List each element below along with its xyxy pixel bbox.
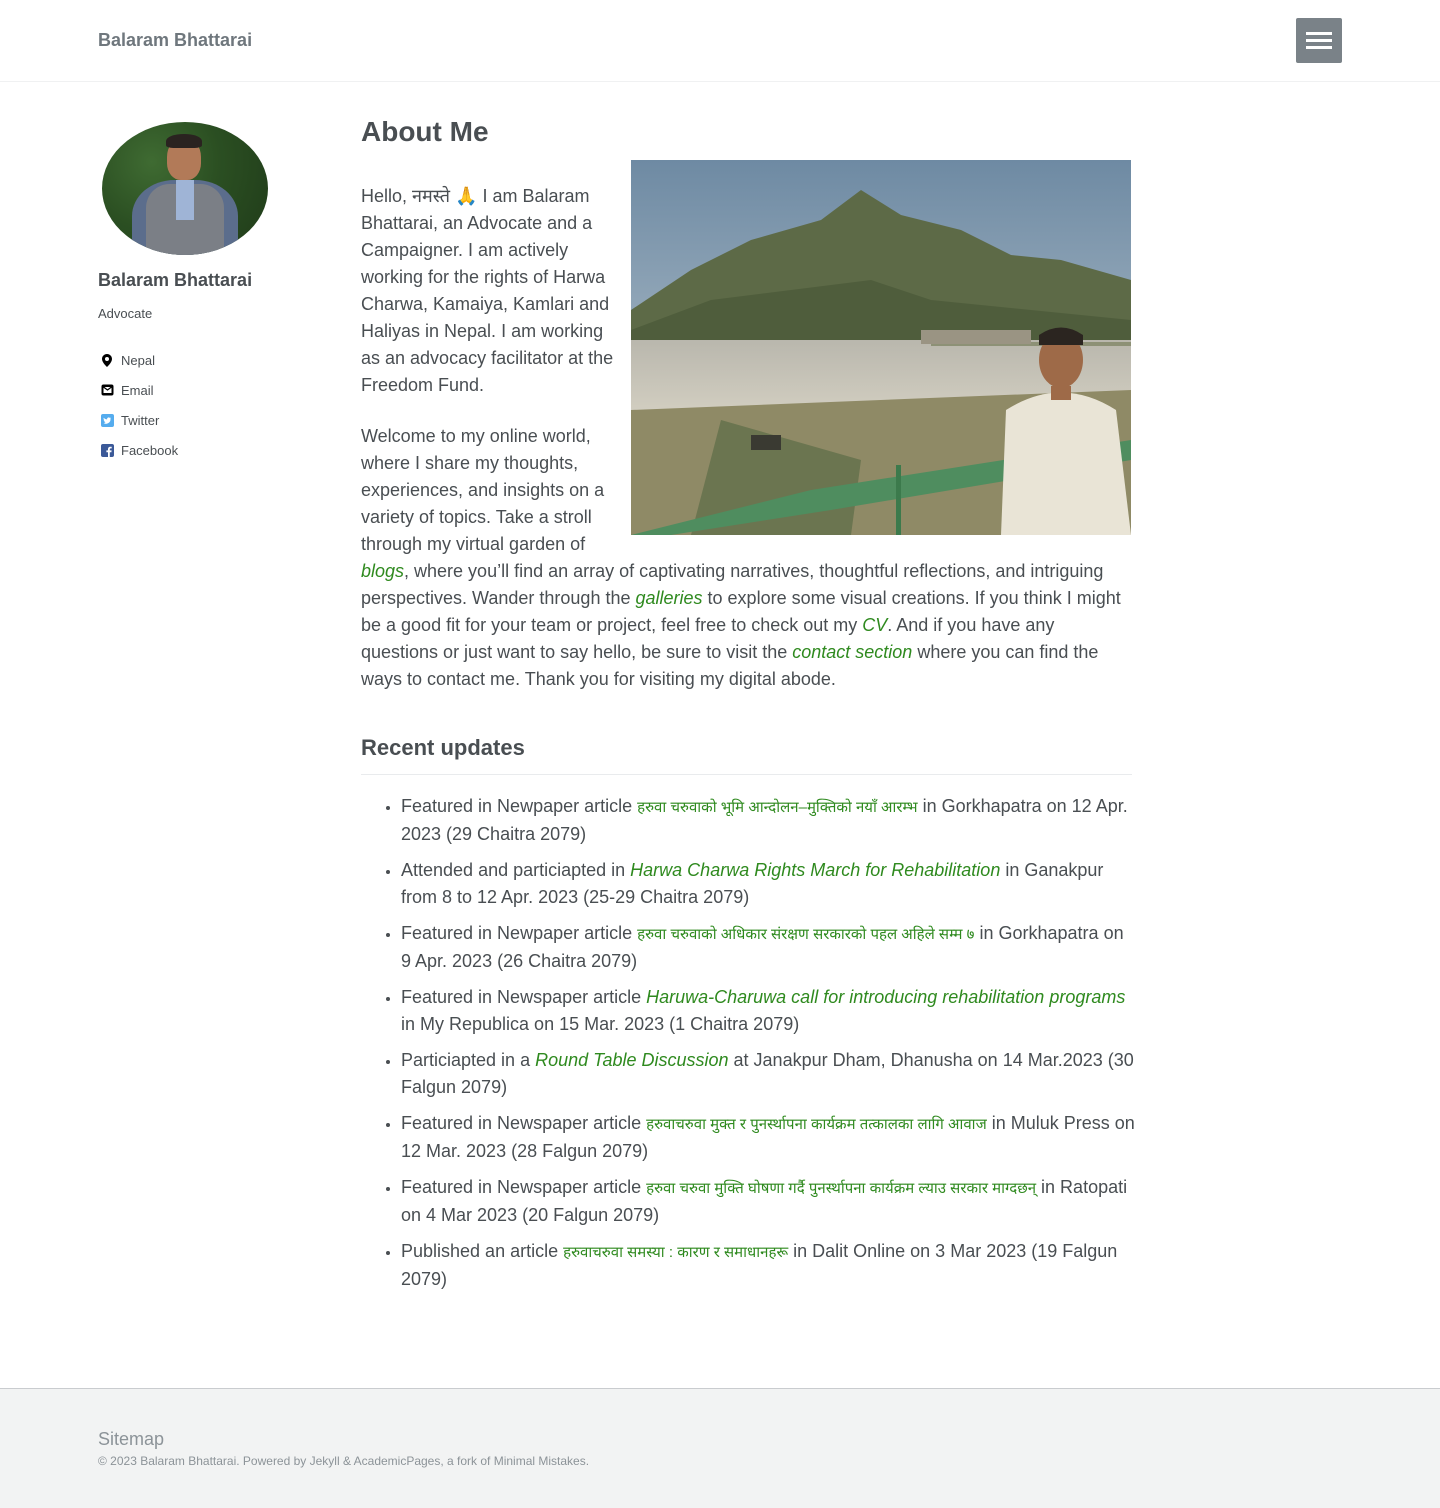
update-prefix: Featured in Newspaper article <box>401 1113 647 1133</box>
section-divider <box>361 774 1132 775</box>
author-name: Balaram Bhattarai <box>98 270 253 290</box>
update-link[interactable]: Harwa Charwa Rights March for Rehabilita… <box>630 860 1000 880</box>
update-prefix: Published an article <box>401 1241 564 1261</box>
update-link[interactable]: हरुवा चरुवाको भूमि आन्दोलन–मुक्तिको नयाँ… <box>637 799 917 816</box>
blogs-link[interactable]: blogs <box>361 561 404 581</box>
update-link[interactable]: हरुवा चरुवा मुक्ति घोषणा गर्दै पुनर्स्था… <box>646 1180 1036 1197</box>
update-prefix: Featured in Newpaper article <box>401 923 638 943</box>
update-link[interactable]: हरुवाचरुवा मुक्त र पुनर्स्थापना कार्यक्र… <box>646 1116 987 1133</box>
avatar-collar <box>176 180 194 220</box>
update-suffix: in My Republica on 15 Mar. 2023 (1 Chait… <box>401 1014 800 1034</box>
author-link-twitter[interactable]: Twitter <box>98 405 318 435</box>
avatar-hair <box>166 134 202 148</box>
site-title-link[interactable]: Balaram Bhattarai <box>98 30 252 51</box>
intro-text-segment: Welcome to my online world, where I shar… <box>361 426 605 554</box>
author-link-email[interactable]: Email <box>98 375 318 405</box>
twitter-icon <box>100 413 114 427</box>
list-item: Published an article हरुवाचरुवा समस्या :… <box>401 1238 1136 1293</box>
author-link-label[interactable]: Twitter <box>121 413 159 428</box>
list-item: Featured in Newspaper article हरुवाचरुवा… <box>401 1110 1136 1165</box>
avatar <box>102 122 268 255</box>
recent-updates-list: Featured in Newpaper article हरुवा चरुवा… <box>401 793 1136 1302</box>
list-item: Featured in Newspaper article Haruwa-Cha… <box>401 984 1136 1038</box>
author-link-facebook[interactable]: Facebook <box>98 435 318 465</box>
author-bio: Advocate <box>98 306 153 321</box>
hamburger-icon-bar <box>1306 39 1332 42</box>
map-marker-icon <box>100 353 114 367</box>
author-sidebar: Balaram Bhattarai Advocate Nepal Email T… <box>98 122 318 465</box>
hamburger-icon-bar <box>1306 32 1332 35</box>
masthead: Balaram Bhattarai <box>0 0 1440 82</box>
author-link-location: Nepal <box>98 345 318 375</box>
photo-float-spacer <box>626 160 1131 535</box>
list-item: Featured in Newpaper article हरुवा चरुवा… <box>401 920 1136 975</box>
hamburger-icon-bar <box>1306 46 1332 49</box>
author-link-label[interactable]: Facebook <box>121 443 178 458</box>
page-title: About Me <box>361 116 489 147</box>
cv-link[interactable]: CV <box>862 615 887 635</box>
author-link-label: Nepal <box>121 352 155 368</box>
update-link[interactable]: Round Table Discussion <box>535 1050 728 1070</box>
sitemap-link[interactable]: Sitemap <box>98 1429 164 1450</box>
list-item: Featured in Newspaper article हरुवा चरुव… <box>401 1174 1136 1229</box>
menu-toggle-button[interactable] <box>1296 18 1342 63</box>
author-links: Nepal Email Twitter Facebook <box>98 345 318 465</box>
intro-text: Hello, नमस्ते 🙏 I am Balaram Bhattarai, … <box>361 183 1131 717</box>
update-link[interactable]: हरुवा चरुवाको अधिकार संरक्षण सरकारको पहल… <box>637 926 974 943</box>
page-footer: Sitemap © 2023 Balaram Bhattarai. Powere… <box>0 1388 1440 1508</box>
update-link[interactable]: Haruwa-Charuwa call for introducing reha… <box>646 987 1125 1007</box>
update-prefix: Particiapted in a <box>401 1050 536 1070</box>
copyright-text: © 2023 Balaram Bhattarai. Powered by Jek… <box>98 1454 590 1468</box>
contact-section-link[interactable]: contact section <box>792 642 912 662</box>
recent-updates-heading: Recent updates <box>361 735 525 760</box>
update-prefix: Featured in Newspaper article <box>401 987 647 1007</box>
list-item: Featured in Newpaper article हरुवा चरुवा… <box>401 793 1136 848</box>
update-prefix: Attended and particiapted in <box>401 860 631 880</box>
update-prefix: Featured in Newspaper article <box>401 1177 647 1197</box>
envelope-icon <box>100 383 114 397</box>
author-link-label[interactable]: Email <box>121 383 154 398</box>
update-prefix: Featured in Newpaper article <box>401 796 638 816</box>
galleries-link[interactable]: galleries <box>635 588 702 608</box>
update-link[interactable]: हरुवाचरुवा समस्या : कारण र समाधानहरू <box>563 1244 788 1261</box>
list-item: Attended and particiapted in Harwa Charw… <box>401 857 1136 911</box>
facebook-icon <box>100 443 114 457</box>
list-item: Particiapted in a Round Table Discussion… <box>401 1047 1136 1101</box>
